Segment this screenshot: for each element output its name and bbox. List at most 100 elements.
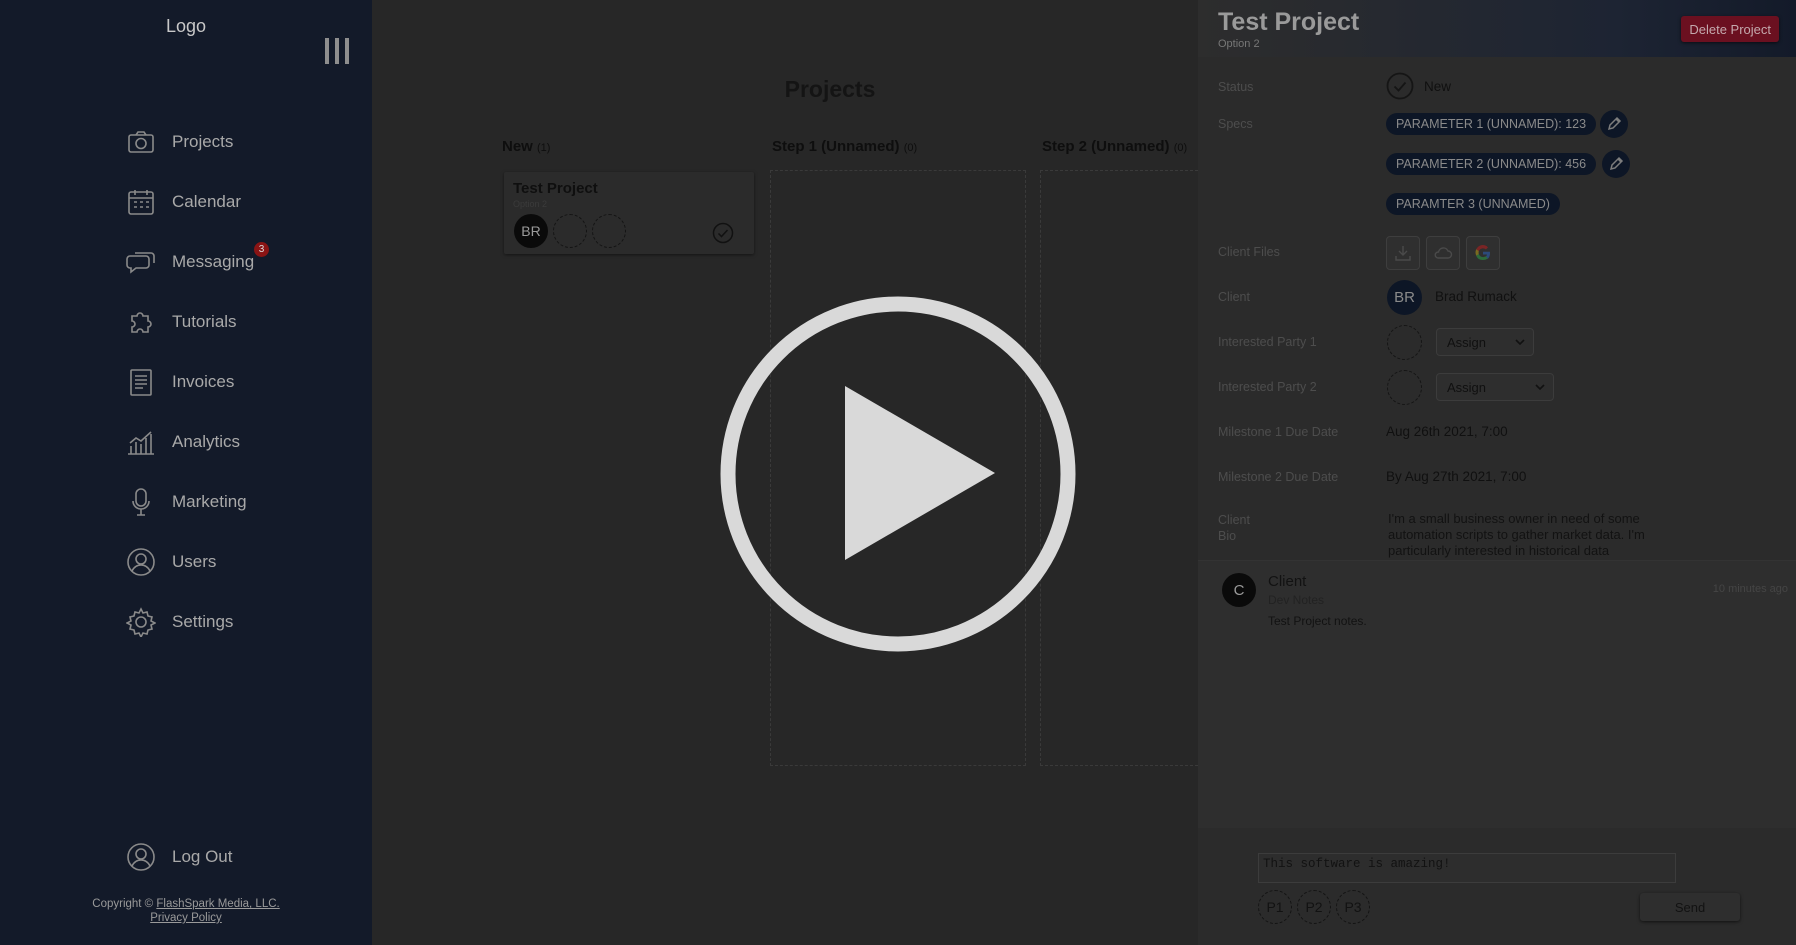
spec-pill-3[interactable]: PARAMTER 3 (UNNAMED) (1386, 193, 1560, 215)
p1-button[interactable]: P1 (1258, 890, 1292, 924)
message-input[interactable]: This software is amazing! (1258, 853, 1676, 883)
check-circle-icon[interactable] (1386, 72, 1414, 100)
avatar: C (1222, 573, 1256, 607)
client-label: Client (1218, 290, 1250, 304)
specs-label: Specs (1218, 117, 1253, 131)
sidebar-item-label: Invoices (172, 372, 235, 391)
note-text: Test Project notes. (1268, 614, 1367, 628)
sidebar-item-invoices[interactable]: Invoices (126, 352, 254, 412)
check-circle-icon (712, 222, 734, 244)
status-value: New (1424, 79, 1452, 94)
column-count: (1) (537, 142, 551, 154)
column-count: (0) (903, 142, 918, 154)
sidebar-item-label: Projects (172, 132, 234, 151)
send-button[interactable]: Send (1640, 893, 1740, 921)
edit-pencil-icon[interactable] (1602, 150, 1630, 178)
logo: Logo (165, 16, 207, 36)
column-header-new: New (1) (502, 138, 550, 155)
cloud-icon[interactable] (1426, 236, 1460, 270)
select-value: Assign (1447, 334, 1487, 350)
calendar-icon (126, 187, 156, 217)
empty-avatar-slot (1387, 370, 1422, 405)
project-details-panel: Test Project Option 2 Delete Project Sta… (1198, 0, 1796, 945)
download-icon[interactable] (1386, 236, 1420, 270)
sidebar-item-label: Analytics (172, 432, 241, 451)
chat-icon (126, 247, 156, 277)
column-header-step2: Step 2 (Unnamed) (0) (1042, 138, 1187, 155)
column-name: Step 1 (Unnamed) (772, 138, 900, 155)
logout-label: Log Out (172, 847, 233, 866)
camera-icon (126, 127, 156, 157)
sidebar-item-calendar[interactable]: Calendar (126, 172, 254, 232)
note-timestamp: 10 minutes ago (1712, 583, 1788, 595)
privacy-link[interactable]: Privacy Policy (150, 912, 222, 924)
notification-badge: 3 (254, 242, 269, 257)
note-category: Dev Notes (1268, 593, 1325, 607)
client-bio-label: Client Bio (1218, 512, 1250, 544)
sidebar-item-settings[interactable]: Settings (126, 592, 254, 652)
delete-project-button[interactable]: Delete Project (1681, 16, 1779, 42)
milestone1-date: Aug 26th 2021, 7:00 (1386, 424, 1508, 439)
company-link[interactable]: FlashSpark Media, LLC. (156, 898, 279, 910)
party2-label: Interested Party 2 (1218, 380, 1317, 394)
client-files-label: Client Files (1218, 245, 1280, 259)
note-author: Client (1268, 573, 1307, 590)
select-value: Assign (1447, 379, 1487, 395)
puzzle-icon (126, 307, 156, 337)
empty-avatar-slot (1387, 325, 1422, 360)
copyright-text: Copyright © (92, 898, 154, 910)
panel-subtitle: Option 2 (1218, 38, 1260, 50)
sidebar-item-users[interactable]: Users (126, 532, 254, 592)
assign-party1-select[interactable]: Assign (1436, 328, 1534, 356)
footer: Copyright © FlashSpark Media, LLC. Priva… (0, 897, 372, 925)
logout-button[interactable]: Log Out (126, 842, 233, 872)
card-title: Test Project (513, 180, 598, 197)
sidebar-item-tutorials[interactable]: Tutorials (126, 292, 254, 352)
panel-title: Test Project (1218, 8, 1360, 36)
milestone2-date: By Aug 27th 2021, 7:00 (1386, 469, 1527, 484)
microphone-icon (126, 487, 156, 517)
assign-party2-select[interactable]: Assign (1436, 373, 1554, 401)
milestone2-label: Milestone 2 Due Date (1218, 470, 1339, 484)
chevron-down-icon (1535, 384, 1545, 391)
sidebar-item-label: Settings (172, 612, 234, 631)
empty-avatar-slot (592, 214, 626, 248)
edit-pencil-icon[interactable] (1600, 110, 1628, 138)
user-icon (126, 547, 156, 577)
sidebar: Logo Projects Calendar Messaging 3 Tutor… (0, 0, 372, 945)
sidebar-item-label: Users (172, 552, 217, 571)
client-bio-text: I'm a small business owner in need of so… (1388, 511, 1645, 558)
gear-icon (126, 607, 156, 637)
spec-pill-2[interactable]: PARAMETER 2 (UNNAMED): 456 (1386, 153, 1597, 175)
sidebar-item-analytics[interactable]: Analytics (126, 412, 254, 472)
menu-toggle-icon[interactable] (325, 38, 349, 64)
sidebar-item-marketing[interactable]: Marketing (126, 472, 254, 532)
spec-pill-1[interactable]: PARAMETER 1 (UNNAMED): 123 (1386, 113, 1597, 135)
avatar: BR (514, 214, 548, 248)
notes-feed: C Client Dev Notes Test Project notes. 1… (1198, 560, 1796, 829)
document-icon (126, 367, 156, 397)
column-header-step1: Step 1 (Unnamed) (0) (772, 138, 917, 155)
project-card[interactable]: Test Project Option 2 BR (504, 172, 754, 254)
play-video-icon[interactable] (719, 295, 1077, 653)
party1-label: Interested Party 1 (1218, 335, 1317, 349)
sidebar-item-messaging[interactable]: Messaging 3 (126, 232, 269, 292)
milestone1-label: Milestone 1 Due Date (1218, 425, 1339, 439)
sidebar-item-label: Messaging (172, 252, 255, 271)
column-name: New (502, 138, 533, 155)
sidebar-item-label: Tutorials (172, 312, 237, 331)
panel-header: Test Project Option 2 Delete Project (1198, 0, 1796, 57)
sidebar-item-label: Marketing (172, 492, 247, 511)
empty-avatar-slot (553, 214, 587, 248)
p3-button[interactable]: P3 (1336, 890, 1370, 924)
avatar: BR (1387, 280, 1422, 315)
client-name: Brad Rumack (1435, 289, 1517, 304)
google-drive-icon[interactable] (1466, 236, 1500, 270)
chevron-down-icon (1515, 339, 1525, 346)
status-label: Status (1218, 80, 1254, 94)
p2-button[interactable]: P2 (1297, 890, 1331, 924)
sidebar-item-projects[interactable]: Projects (126, 112, 254, 172)
message-composer: This software is amazing! P1 P2 P3 Send (1198, 828, 1796, 945)
chart-icon (126, 427, 156, 457)
card-subtitle: Option 2 (513, 199, 548, 209)
